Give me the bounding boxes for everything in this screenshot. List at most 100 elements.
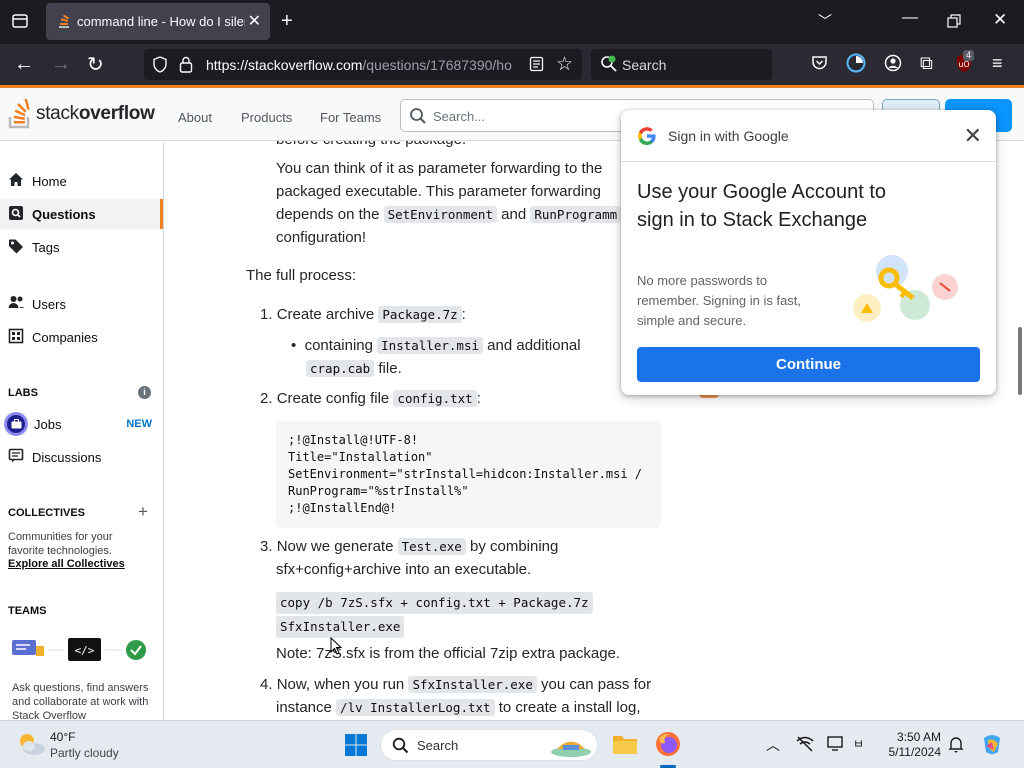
- weather-description[interactable]: Partly cloudy: [50, 746, 119, 760]
- close-window-icon[interactable]: ✕: [993, 10, 1007, 30]
- param-text-2: and: [501, 206, 527, 223]
- account-icon[interactable]: [884, 54, 902, 77]
- browser-search-label: Search: [622, 57, 667, 73]
- new-tab-icon[interactable]: +: [281, 10, 293, 33]
- system-clock[interactable]: 3:50 AM 5/11/2024: [885, 730, 942, 760]
- copy-command: copy /b 7zS.sfx + config.txt + Package.7…: [276, 592, 606, 638]
- notification-bell-icon[interactable]: [948, 736, 964, 753]
- display-icon[interactable]: [827, 736, 845, 752]
- extension-circle-icon[interactable]: [846, 53, 866, 78]
- paragraph-param-c: depends on the SetEnvironment and RunPro…: [276, 203, 622, 226]
- teams-illustration-icon: </>: [12, 638, 146, 661]
- paragraph-param-b: packaged executable. This parameter forw…: [276, 183, 601, 200]
- step-2-text: Create config file: [276, 390, 390, 407]
- firefox-icon[interactable]: [655, 731, 681, 757]
- bullet-text-1: containing: [304, 337, 373, 354]
- nav-for-teams[interactable]: For Teams: [320, 110, 381, 125]
- sidebar-item-questions[interactable]: Questions: [0, 199, 163, 229]
- url-path: /questions/17687390/ho: [362, 57, 512, 73]
- sidebar-item-home[interactable]: Home: [0, 166, 163, 196]
- mouse-cursor-icon: [330, 637, 342, 655]
- sidebar-item-tags[interactable]: Tags: [0, 232, 163, 262]
- step-2-colon: :: [476, 390, 481, 407]
- info-icon[interactable]: i: [138, 386, 151, 399]
- logo-word-stack: stack: [36, 103, 79, 124]
- browser-tab[interactable]: command line - How do I silent ✕: [46, 3, 270, 40]
- logo-word-overflow: overflow: [78, 103, 155, 124]
- tab-list-icon[interactable]: [11, 12, 29, 35]
- bullet-text-2: and additional: [487, 337, 581, 354]
- add-collective-icon[interactable]: +: [138, 502, 148, 522]
- step-4-text-2: you can pass for: [541, 676, 652, 693]
- config-code: ;!@Install@!UTF-8! Title="Installation" …: [288, 433, 643, 515]
- copilot-icon[interactable]: [980, 732, 1004, 756]
- nav-about[interactable]: About: [178, 110, 212, 125]
- collectives-heading: COLLECTIVES: [8, 507, 86, 519]
- list-all-tabs-icon[interactable]: ﹀: [818, 11, 832, 31]
- network-disconnected-icon[interactable]: [796, 736, 814, 752]
- close-tab-icon[interactable]: ✕: [248, 11, 261, 31]
- home-icon: [0, 172, 24, 190]
- browser-nav-bar: ← → ↻ https://stackoverflow.com/question…: [0, 44, 1024, 85]
- close-popup-icon[interactable]: ✕: [964, 123, 982, 149]
- sidebar-label-jobs: Jobs: [34, 416, 62, 432]
- taskbar-search-box[interactable]: Search: [380, 729, 598, 761]
- jobs-icon: [4, 412, 28, 436]
- stackoverflow-favicon-icon: [57, 14, 71, 29]
- minimize-icon[interactable]: —: [902, 9, 918, 27]
- weather-partly-cloudy-icon[interactable]: [16, 731, 46, 757]
- config-code-block[interactable]: ;!@Install@!UTF-8! Title="Installation" …: [276, 421, 661, 528]
- tracking-shield-icon[interactable]: [152, 56, 168, 78]
- step-1: 1. Create archive Package.7z:: [260, 303, 466, 326]
- extensions-puzzle-icon[interactable]: ⧉: [920, 53, 933, 74]
- left-sidebar: Home Questions Tags Users Companies LABS…: [0, 141, 164, 722]
- bullet-text-3: file.: [378, 360, 402, 377]
- bookmark-star-icon[interactable]: ☆: [556, 53, 573, 76]
- sidebar-item-companies[interactable]: Companies: [0, 322, 163, 352]
- url-bar[interactable]: https://stackoverflow.com/questions/1768…: [144, 49, 582, 80]
- search-icon: [410, 108, 426, 124]
- cut-off-line: before creating the package.: [276, 141, 466, 151]
- nav-products[interactable]: Products: [241, 110, 292, 125]
- popup-header-title: Sign in with Google: [668, 128, 789, 144]
- language-icon[interactable]: ㅂ: [853, 735, 871, 753]
- popup-header: Sign in with Google ✕: [621, 110, 996, 162]
- code-runprogramm: RunProgramm: [530, 206, 622, 223]
- sidebar-item-discussions[interactable]: Discussions: [0, 442, 163, 472]
- lock-icon[interactable]: [179, 56, 193, 78]
- stackoverflow-logo[interactable]: stackoverflow: [8, 98, 155, 130]
- search-highlight-icon: [551, 741, 591, 757]
- sidebar-item-users[interactable]: Users: [0, 289, 163, 319]
- svg-text:uO: uO: [958, 60, 969, 69]
- back-icon[interactable]: ←: [14, 53, 34, 76]
- reader-view-icon[interactable]: [529, 56, 544, 77]
- svg-text:ㅂ: ㅂ: [853, 737, 864, 751]
- google-signin-popup: Sign in with Google ✕ Use your Google Ac…: [621, 110, 996, 395]
- questions-icon: [0, 205, 24, 224]
- page-scrollbar[interactable]: [1018, 327, 1022, 395]
- continue-button[interactable]: Continue: [637, 347, 980, 382]
- clock-date: 5/11/2024: [888, 745, 942, 759]
- note-paragraph: Note: 7zS.sfx is from the official 7zip …: [276, 645, 621, 662]
- reload-icon[interactable]: ↻: [87, 52, 104, 77]
- code-config-txt: config.txt: [393, 390, 477, 407]
- bullet-item-continued: crap.cab file.: [306, 357, 402, 380]
- forward-icon[interactable]: →: [51, 53, 71, 76]
- step-3-text: Now we generate: [276, 538, 394, 555]
- browser-search-bar[interactable]: Search: [591, 49, 772, 80]
- paragraph-param-d: configuration!: [276, 229, 367, 246]
- full-process-heading: The full process:: [246, 267, 357, 284]
- restore-icon[interactable]: [947, 12, 961, 33]
- windows-start-icon[interactable]: [344, 733, 368, 757]
- pocket-icon[interactable]: [811, 54, 828, 76]
- file-explorer-icon[interactable]: [612, 733, 638, 755]
- weather-temperature[interactable]: 40°F: [50, 730, 75, 744]
- users-icon: [0, 295, 25, 313]
- sidebar-label-tags: Tags: [32, 239, 60, 255]
- explore-collectives-link[interactable]: Explore all Collectives: [8, 557, 125, 571]
- step-1-colon: :: [461, 306, 466, 323]
- url-text[interactable]: https://stackoverflow.com/questions/1768…: [206, 57, 518, 73]
- sidebar-item-jobs[interactable]: Jobs NEW: [0, 409, 163, 439]
- app-menu-icon[interactable]: ≡: [992, 53, 1003, 74]
- show-hidden-icons-icon[interactable]: ︿: [766, 735, 780, 755]
